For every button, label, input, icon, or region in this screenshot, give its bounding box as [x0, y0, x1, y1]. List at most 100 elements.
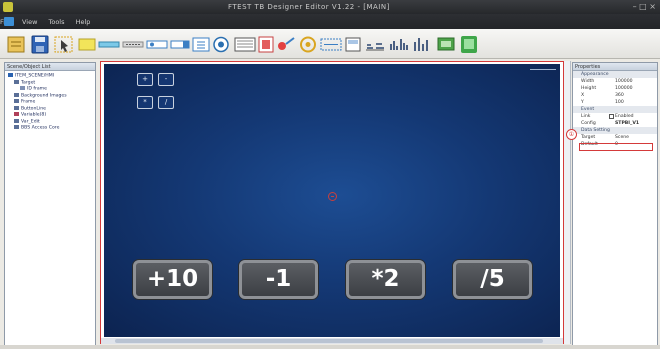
property-key: Appearance — [581, 72, 609, 77]
tree-item-label: BBS Access Core — [21, 125, 60, 131]
divide-5-button[interactable]: /5 — [453, 260, 532, 299]
property-value[interactable]: STPBI_V1 — [615, 120, 639, 127]
property-row[interactable]: Width 100000 — [573, 78, 657, 85]
new-icon[interactable] — [6, 35, 28, 54]
property-key: Height — [581, 86, 597, 91]
tree-node-icon — [8, 73, 13, 77]
save-icon[interactable] — [30, 35, 50, 54]
property-row[interactable]: Target Scene — [573, 134, 657, 141]
button-icon[interactable] — [78, 35, 96, 54]
property-key: Width — [581, 79, 595, 84]
small-divide-button[interactable]: / — [158, 96, 174, 109]
vertical-scrollbar[interactable] — [564, 61, 571, 344]
label-icon[interactable] — [98, 35, 120, 54]
chart-icon[interactable] — [344, 35, 362, 54]
app-logo-icon — [3, 2, 13, 12]
property-group[interactable]: Event — [573, 106, 657, 113]
small-plus-button[interactable]: + — [137, 73, 153, 86]
tree-node-icon — [14, 125, 19, 129]
corner-marker — [530, 69, 556, 83]
property-value[interactable]: 100000 — [615, 85, 633, 92]
tree-item-label: Background Images — [21, 93, 67, 98]
export-icon[interactable] — [388, 35, 410, 54]
device-icon[interactable] — [436, 35, 456, 54]
object-tree-title: Scene/Object List — [5, 63, 95, 71]
tree-item-label: ButtonLine — [21, 106, 46, 111]
property-key: Event — [581, 107, 595, 112]
scene-background[interactable]: + - * / +10 -1 *2 /5 — [104, 64, 560, 337]
run-icon[interactable] — [412, 35, 432, 54]
properties-panel: Properties Appearance Width 100000 Height 10… — [566, 62, 658, 347]
object-tree-panel: Scene/Object List ITEM_SCENE/HMI Target ID… — [4, 62, 96, 347]
tree-item-label: ID frame — [27, 86, 47, 92]
tree-node-icon — [14, 92, 19, 97]
list-icon[interactable] — [276, 35, 296, 54]
minus-1-button[interactable]: -1 — [239, 260, 318, 299]
property-group[interactable]: Data Setting — [573, 127, 657, 134]
title-bar: FTEST TB Designer Editor V1.22 - [MAIN] … — [0, 0, 660, 14]
small-minus-button[interactable]: - — [158, 73, 174, 86]
gear-icon[interactable] — [258, 35, 274, 54]
property-row[interactable]: Link Enabled — [573, 113, 657, 120]
toolbar — [0, 29, 660, 59]
tree-item-label: Frame — [21, 99, 36, 105]
window-controls[interactable]: – □ × — [633, 2, 656, 11]
tree-node-icon — [20, 86, 25, 90]
bar-chart-icon[interactable] — [364, 35, 386, 54]
property-key: Link — [581, 114, 591, 119]
menu-tools[interactable]: Tools — [48, 18, 64, 26]
download-icon[interactable] — [460, 35, 478, 54]
property-row[interactable]: Height 100000 — [573, 85, 657, 92]
grid-icon[interactable] — [192, 35, 210, 54]
app-menu-icon[interactable] — [4, 17, 14, 26]
tree-item[interactable]: BBS Access Core — [5, 125, 95, 132]
times-2-button[interactable]: *2 — [346, 260, 425, 299]
property-row[interactable]: X 360 — [573, 92, 657, 99]
frame-icon[interactable] — [298, 35, 318, 54]
tree-node-icon — [14, 105, 19, 110]
edit-icon[interactable] — [146, 35, 168, 54]
property-value[interactable]: Scene — [615, 134, 629, 141]
property-key: Target — [581, 135, 596, 140]
property-value[interactable]: Enabled — [615, 113, 634, 120]
horizontal-scroll-thumb[interactable] — [115, 339, 543, 343]
select-icon[interactable] — [54, 35, 74, 54]
property-value[interactable]: 100 — [615, 99, 624, 106]
tree-item-label: Target — [21, 80, 36, 85]
text-icon[interactable] — [122, 35, 144, 54]
property-key: Data Setting — [581, 128, 610, 133]
horizontal-scrollbar[interactable] — [101, 338, 563, 344]
property-key: Y — [581, 100, 584, 105]
property-group[interactable]: Appearance — [573, 71, 657, 78]
slider-icon[interactable] — [320, 35, 342, 54]
property-grid: Appearance Width 100000 Height 100000 X 360 Y 10… — [573, 71, 657, 148]
selected-property-highlight — [579, 143, 653, 151]
menu-view[interactable]: View — [22, 18, 37, 26]
property-row[interactable]: Y 100 — [573, 99, 657, 106]
property-key: Config — [581, 121, 596, 126]
property-row[interactable]: Config STPBI_V1 — [573, 120, 657, 127]
status-bar — [0, 345, 660, 349]
annotation-marker: ① — [566, 129, 577, 140]
link-checkbox[interactable] — [609, 114, 614, 119]
tree-item-label: Variable(8) — [21, 112, 47, 118]
center-marker-icon — [328, 192, 337, 201]
object-tree: ITEM_SCENE/HMI Target ID frame Background I… — [5, 71, 95, 132]
tree-item-label: Var_Edit — [21, 119, 40, 124]
tree-node-icon — [14, 118, 19, 123]
menu-help[interactable]: Help — [76, 18, 91, 26]
tree-item-label: ITEM_SCENE/HMI — [15, 73, 55, 79]
window-title: FTEST TB Designer Editor V1.22 - [MAIN] — [228, 3, 390, 11]
small-multiply-button[interactable]: * — [137, 96, 153, 109]
tree-node-icon — [14, 79, 19, 84]
plus-10-button[interactable]: +10 — [133, 260, 212, 299]
combo-icon[interactable] — [170, 35, 190, 54]
property-value[interactable]: 100000 — [615, 78, 633, 85]
property-key: X — [581, 93, 585, 98]
record-icon[interactable] — [234, 35, 256, 54]
property-value[interactable]: 360 — [615, 92, 624, 99]
image-icon[interactable] — [212, 35, 230, 54]
tree-node-icon — [14, 112, 19, 116]
menu-bar: File View Tools Help — [0, 14, 660, 29]
properties-title: Properties — [573, 63, 657, 71]
